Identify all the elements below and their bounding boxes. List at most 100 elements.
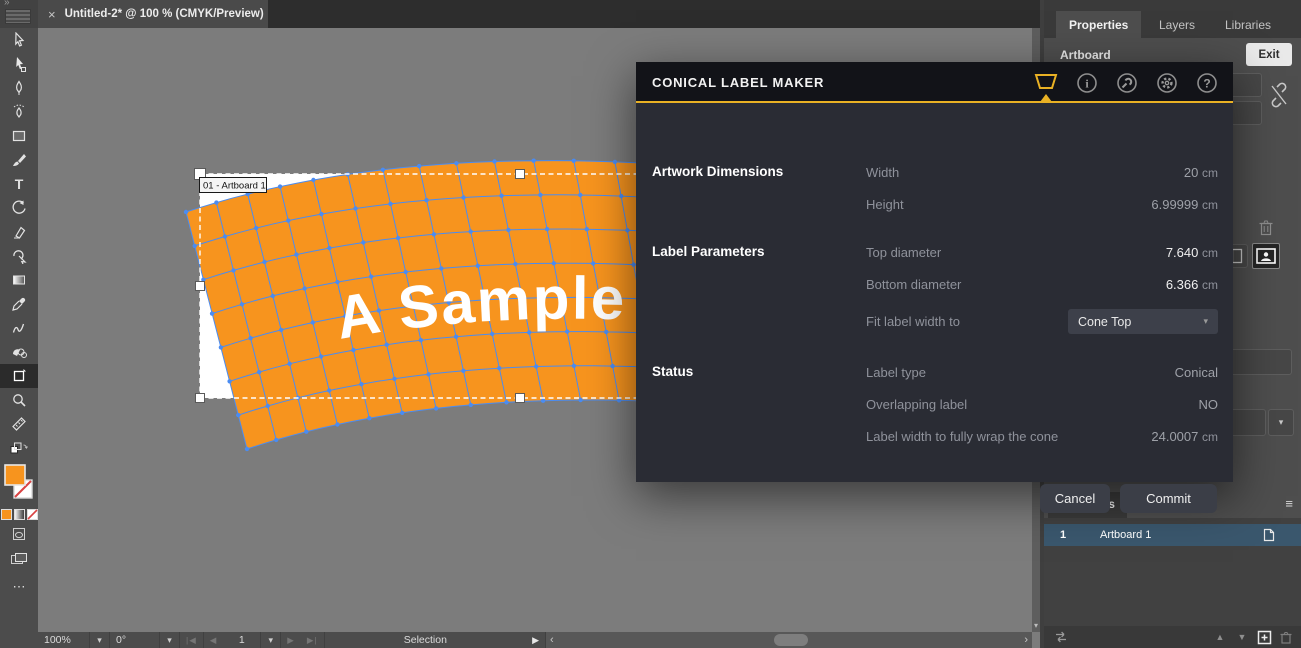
trash-icon [1258,218,1274,236]
arrow-up-icon: ▲ [1216,632,1225,642]
handle-mid-left[interactable] [196,282,205,291]
zoom-dropdown-icon[interactable]: ▾ [90,632,110,648]
fit-label-width-dropdown[interactable]: Cone Top ▾ [1068,309,1218,334]
eraser-tool[interactable] [0,220,38,244]
new-artboard-button[interactable] [1253,626,1275,648]
shaper-tool[interactable] [0,316,38,340]
rotation-value[interactable]: 0° [110,632,160,648]
fill-swatch-orange[interactable] [5,465,25,485]
artboard-dropdown-icon[interactable]: ▾ [261,632,281,648]
horizontal-scrollbar[interactable]: ‹ › [545,632,1032,648]
status-play-icon[interactable]: ▶ [526,632,545,648]
help-tab[interactable]: ? [1196,72,1218,99]
move-artboard-down-button[interactable]: ▼ [1231,626,1253,648]
panel-menu-icon[interactable]: ≡ [1285,496,1293,511]
shape-builder-tool[interactable] [0,340,38,364]
gradient-tool[interactable] [0,268,38,292]
section-artwork-dimensions: Artwork Dimensions [652,164,783,179]
exit-button[interactable]: Exit [1246,43,1292,66]
swap-fill-stroke-mini[interactable] [0,436,38,460]
top-diameter-value[interactable]: 7.640 cm [1166,245,1218,260]
edit-toolbar-button[interactable]: ⋯ [0,572,38,602]
scroll-right-icon[interactable]: › [1024,632,1028,648]
none-button[interactable] [27,509,38,520]
move-artboard-up-button[interactable]: ▲ [1209,626,1231,648]
info-tab[interactable]: i [1076,72,1098,99]
tools-panel: » T [0,0,38,648]
scroll-down-icon[interactable]: ▾ [1032,621,1040,630]
width-label: Width [866,165,899,180]
zoom-tool[interactable] [0,388,38,412]
gradient-button[interactable] [14,509,25,520]
type-tool[interactable]: T [0,172,38,196]
color-mode-row [0,506,38,522]
label-type-label: Label type [866,365,926,380]
magnifier-glass-icon [14,395,22,403]
eyedropper-tool[interactable] [0,292,38,316]
artboard-tool[interactable] [0,364,38,388]
artboard-name-tag[interactable]: 01 - Artboard 1 [200,178,267,193]
active-tab-marker [1040,94,1052,102]
rotation-dropdown-icon[interactable]: ▾ [160,632,180,648]
type-tool-icon: T [15,177,24,191]
chevron-down-icon: ▾ [1279,417,1284,428]
next-artboard-button[interactable]: ▶ [281,632,301,648]
height-value: 6.99999 cm [1151,197,1218,212]
rectangle-tool[interactable] [0,124,38,148]
scroll-left-icon[interactable]: ‹ [550,632,554,648]
fill-stroke-indicator [0,460,38,506]
landscape-orientation-button[interactable] [1252,243,1280,269]
close-tab-icon[interactable]: × [48,8,56,21]
commit-button[interactable]: Commit [1120,484,1217,513]
dialog-title: CONICAL LABEL MAKER [652,75,824,90]
delete-artboard-button-footer[interactable] [1275,626,1297,648]
document-tab-bar: × Untitled-2* @ 100 % (CMYK/Preview) [38,0,1040,28]
measure-tool[interactable] [0,412,38,436]
collapse-toolbar-icon[interactable]: » [4,0,10,8]
preset-dropdown-button[interactable]: ▾ [1268,409,1294,436]
color-button[interactable] [1,509,12,520]
previous-artboard-button[interactable]: ◀ [204,632,224,648]
selection-arrow-icon [16,33,23,46]
wrap-width-label: Label width to fully wrap the cone [866,429,1058,444]
document-title: Untitled-2* @ 100 % (CMYK/Preview) [65,8,264,20]
last-artboard-button[interactable]: ▶| [301,632,325,648]
settings-tab[interactable] [1156,72,1178,99]
section-label-parameters: Label Parameters [652,244,765,259]
svg-text:?: ? [1203,77,1210,91]
draw-mode-button[interactable] [0,522,38,546]
tab-libraries[interactable]: Libraries [1212,11,1284,38]
selection-tool[interactable] [0,28,38,52]
pen-tool[interactable] [0,76,38,100]
constrain-proportions-toggle[interactable] [1266,80,1292,110]
artboard-navigation-number[interactable]: 1 [223,632,261,648]
tab-properties[interactable]: Properties [1056,11,1141,38]
direct-selection-tool[interactable] [0,52,38,76]
overlapping-label: Overlapping label [866,397,967,412]
paintbrush-tool[interactable] [0,148,38,172]
swap-arrow-icon [24,445,28,448]
handle-bottom-left[interactable] [196,394,205,403]
handle-top-mid[interactable] [516,170,525,179]
zoom-level[interactable]: 100% [38,632,90,648]
anchor-square-icon [22,68,26,72]
toolbar-grip-icon[interactable] [5,9,31,24]
illustrator-window: » T [0,0,1301,648]
bottom-diameter-value[interactable]: 6.366 cm [1166,277,1218,292]
free-transform-tool[interactable] [0,244,38,268]
cancel-button[interactable]: Cancel [1040,484,1110,513]
artboard-page-icon[interactable] [1261,527,1277,543]
scrollbar-thumb[interactable] [774,634,808,646]
delete-artboard-button[interactable] [1256,216,1276,238]
first-artboard-button[interactable]: |◀ [180,632,204,648]
tab-layers[interactable]: Layers [1146,11,1208,38]
screen-mode-button[interactable] [0,546,38,572]
ellipsis-icon: ⋯ [13,579,26,595]
rotate-tool[interactable] [0,196,38,220]
artboard-list-row[interactable]: 1 Artboard 1 [1044,524,1301,546]
rearrange-artboards-button[interactable] [1050,626,1072,648]
curvature-tool[interactable] [0,100,38,124]
wrench-tab[interactable] [1116,72,1138,99]
handle-bottom-mid[interactable] [516,394,525,403]
document-tab[interactable]: × Untitled-2* @ 100 % (CMYK/Preview) [38,0,268,28]
